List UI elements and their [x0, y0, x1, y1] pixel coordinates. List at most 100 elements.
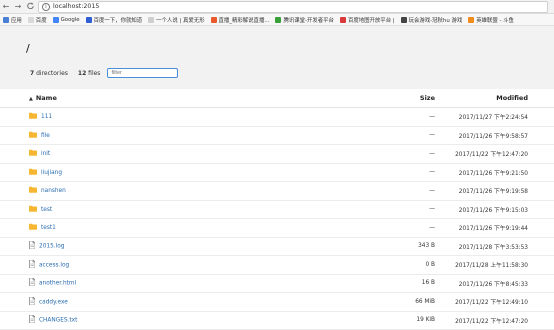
bookmark-favicon-icon	[27, 16, 34, 23]
size-cell: 19 KiB	[330, 311, 435, 330]
file-link[interactable]: access.log	[39, 262, 69, 268]
file-link[interactable]: file	[41, 133, 50, 139]
size-cell: 343 B	[330, 237, 435, 256]
name-cell: caddy.exe	[0, 292, 330, 312]
bookmark-favicon-icon	[3, 16, 9, 23]
back-button[interactable]: ←	[0, 0, 12, 13]
file-link[interactable]: nanshen	[41, 188, 66, 194]
dir-count: 7	[30, 69, 35, 77]
bookmark-favicon-icon	[400, 16, 407, 23]
modified-cell: 2017/11/22 下午12:49:10	[435, 292, 554, 312]
info-icon[interactable]: i	[42, 2, 50, 11]
name-cell: CHANGES.txt	[0, 311, 330, 330]
folder-icon	[29, 205, 37, 214]
table-row: CHANGES.txt 19 KiB 2017/11/22 下午12:47:20	[0, 311, 554, 330]
table-row: caddy.exe 66 MiB 2017/11/22 下午12:49:10	[0, 292, 554, 312]
folder-icon	[29, 149, 37, 158]
address-url: localhost:2015	[53, 3, 100, 10]
page-title: /	[26, 42, 30, 55]
bookmark-favicon-icon	[339, 16, 346, 23]
file-link[interactable]: liujiang	[41, 170, 62, 176]
file-table: ▲ Name Size Modified 111—2017/11/27 下午2:2…	[0, 89, 554, 330]
bookmark-item[interactable]: 直播_精彩解说直播...	[210, 16, 269, 24]
size-cell: —	[330, 163, 435, 182]
table-row: nanshen —2017/11/26 下午9:19:58	[0, 181, 554, 201]
size-cell: —	[330, 218, 435, 238]
bookmark-label: 应用	[11, 17, 22, 24]
modified-column-header[interactable]: Modified	[435, 89, 554, 108]
bookmark-favicon-icon	[148, 16, 155, 23]
bookmark-label: 玩会游戏-冠秋hu 游戏	[408, 17, 463, 24]
modified-cell: 2017/11/27 下午2:24:54	[435, 107, 554, 127]
bookmark-item[interactable]: 百度地图开放平台 |	[339, 16, 395, 24]
listing-header: / 7 directories 12 files	[0, 26, 554, 89]
size-cell: —	[330, 144, 435, 164]
name-cell: test1	[0, 218, 330, 238]
address-bar[interactable]: i localhost:2015	[38, 0, 548, 13]
reload-button[interactable]	[24, 0, 36, 13]
name-cell: init	[0, 144, 330, 164]
table-header-row: ▲ Name Size Modified	[0, 89, 554, 108]
file-link[interactable]: test	[41, 207, 52, 213]
table-row: another.html 16 B 2017/11/26 下午8:45:33	[0, 274, 554, 293]
bookmark-label: 英雄联盟 - 斗鱼	[476, 17, 514, 24]
bookmark-item[interactable]: 应用	[3, 16, 22, 24]
name-cell: access.log	[0, 255, 330, 275]
folder-icon	[29, 131, 37, 140]
file-icon	[29, 277, 36, 288]
table-row: liujiang —2017/11/26 下午9:21:50	[0, 163, 554, 182]
modified-cell: 2017/11/26 下午9:19:44	[435, 218, 554, 238]
folder-icon	[29, 112, 37, 121]
bookmark-label: Google	[60, 16, 80, 23]
bookmark-item[interactable]: Google	[52, 16, 80, 23]
bookmark-favicon-icon	[85, 16, 92, 23]
file-link[interactable]: test1	[41, 225, 56, 231]
bookmark-label: 一个人说 | 真爱无形	[156, 17, 205, 24]
folder-icon	[29, 168, 37, 177]
table-row: access.log 0 B 2017/11/28 上午11:58:30	[0, 255, 554, 275]
bookmark-item[interactable]: 玩会游戏-冠秋hu 游戏	[400, 16, 463, 24]
name-column-header[interactable]: ▲ Name	[0, 89, 330, 108]
table-row: 111 —2017/11/27 下午2:24:54	[0, 107, 554, 127]
name-cell: file	[0, 126, 330, 145]
file-link[interactable]: CHANGES.txt	[39, 318, 77, 324]
file-link[interactable]: 2015.log	[39, 244, 64, 250]
name-cell: nanshen	[0, 181, 330, 201]
name-cell: another.html	[0, 274, 330, 293]
size-cell: —	[330, 200, 435, 219]
bookmark-favicon-icon	[468, 16, 475, 23]
size-cell: 66 MiB	[330, 292, 435, 312]
forward-button[interactable]: →	[12, 0, 24, 13]
file-link[interactable]: caddy.exe	[39, 299, 68, 305]
bookmarks-bar: 应用 百度 Google 百度一下，你就知道 一个人说 | 真爱无形 直播_精彩解说直播.…	[0, 14, 554, 26]
modified-cell: 2017/11/26 下午9:15:03	[435, 200, 554, 219]
modified-cell: 2017/11/22 下午12:47:20	[435, 144, 554, 164]
file-link[interactable]: init	[41, 151, 50, 157]
table-row: test1 —2017/11/26 下午9:19:44	[0, 218, 554, 238]
filter-input[interactable]	[107, 68, 179, 78]
bookmark-label: 腾讯课堂-开发者平台	[283, 17, 334, 24]
bookmark-item[interactable]: 腾讯课堂-开发者平台	[275, 16, 334, 24]
modified-cell: 2017/11/28 下午3:53:53	[435, 237, 554, 256]
dir-label: directories	[36, 69, 68, 77]
file-link[interactable]: 111	[41, 114, 52, 120]
name-header-label: Name	[35, 94, 57, 102]
bookmark-item[interactable]: 英雄联盟 - 斗鱼	[468, 16, 514, 24]
file-link[interactable]: another.html	[39, 281, 76, 287]
bookmark-label: 百度地图开放平台 |	[347, 17, 395, 24]
bookmark-item[interactable]: 百度一下，你就知道	[85, 16, 143, 24]
bookmark-item[interactable]: 一个人说 | 真爱无形	[148, 16, 205, 24]
file-icon	[29, 314, 36, 325]
bookmark-label: 百度一下，你就知道	[93, 17, 143, 24]
listing-summary: 7 directories 12 files	[30, 68, 179, 78]
modified-cell: 2017/11/22 下午12:47:20	[435, 311, 554, 330]
file-icon	[29, 240, 36, 251]
bookmark-label: 百度	[35, 17, 47, 24]
bookmark-item[interactable]: 百度	[27, 16, 47, 24]
folder-icon	[29, 186, 37, 195]
table-row: file —2017/11/26 下午9:58:57	[0, 126, 554, 145]
reload-icon	[26, 2, 34, 10]
size-column-header[interactable]: Size	[330, 89, 435, 108]
size-cell: —	[330, 181, 435, 201]
modified-cell: 2017/11/26 下午9:19:58	[435, 181, 554, 201]
